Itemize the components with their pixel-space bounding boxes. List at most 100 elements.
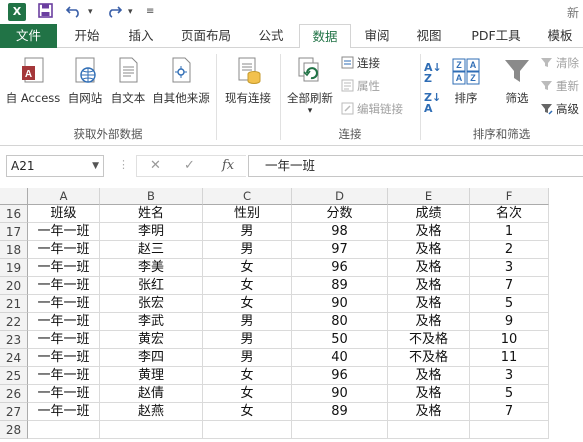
table-cell[interactable]: 李明 [100, 223, 203, 241]
table-cell[interactable]: 40 [292, 349, 388, 367]
formula-input[interactable]: 一年一班 [248, 155, 583, 177]
table-cell[interactable]: 98 [292, 223, 388, 241]
table-cell[interactable]: 90 [292, 385, 388, 403]
table-cell[interactable]: 2 [470, 241, 549, 259]
table-cell[interactable]: 一年一班 [28, 331, 100, 349]
table-cell[interactable]: 男 [203, 331, 292, 349]
table-cell[interactable]: 96 [292, 259, 388, 277]
reapply-button[interactable]: 重新 [540, 77, 579, 95]
tab-page-layout[interactable]: 页面布局 [170, 24, 242, 48]
table-cell[interactable]: 一年一班 [28, 241, 100, 259]
column-header-c[interactable]: C [203, 188, 292, 205]
table-cell[interactable]: 7 [470, 403, 549, 421]
table-cell[interactable] [203, 421, 292, 439]
row-header[interactable]: 25 [0, 367, 28, 385]
table-cell[interactable]: 及格 [388, 313, 470, 331]
sort-desc-button[interactable]: Z↓ A [424, 92, 441, 116]
table-cell[interactable]: 96 [292, 367, 388, 385]
table-cell[interactable]: 女 [203, 385, 292, 403]
row-header[interactable]: 18 [0, 241, 28, 259]
table-cell[interactable]: 9 [470, 313, 549, 331]
table-cell[interactable]: 分数 [292, 205, 388, 223]
from-other-sources-button[interactable]: 自其他来源 [150, 56, 212, 106]
tab-formulas[interactable]: 公式 [247, 24, 295, 48]
table-cell[interactable]: 男 [203, 241, 292, 259]
redo-dropdown-icon[interactable]: ▾ [128, 3, 133, 21]
table-cell[interactable]: 5 [470, 385, 549, 403]
table-cell[interactable]: 赵三 [100, 241, 203, 259]
table-cell[interactable]: 50 [292, 331, 388, 349]
table-cell[interactable]: 性别 [203, 205, 292, 223]
table-cell[interactable]: 一年一班 [28, 349, 100, 367]
tab-view[interactable]: 视图 [405, 24, 453, 48]
table-cell[interactable]: 一年一班 [28, 223, 100, 241]
table-cell[interactable]: 11 [470, 349, 549, 367]
table-cell[interactable]: 张宏 [100, 295, 203, 313]
tab-file[interactable]: 文件 [0, 24, 57, 48]
sort-asc-button[interactable]: A↓ Z [424, 62, 442, 86]
refresh-all-button[interactable]: 全部刷新 ▾ [284, 56, 336, 116]
from-web-button[interactable]: 自网站 [64, 56, 106, 106]
table-cell[interactable]: 不及格 [388, 331, 470, 349]
tab-review[interactable]: 审阅 [354, 24, 400, 48]
tab-data[interactable]: 数据 [299, 24, 351, 49]
table-cell[interactable]: 3 [470, 367, 549, 385]
table-cell[interactable] [28, 421, 100, 439]
column-header-f[interactable]: F [470, 188, 549, 205]
advanced-filter-button[interactable]: 高级 [540, 100, 579, 118]
table-cell[interactable]: 97 [292, 241, 388, 259]
table-cell[interactable]: 赵倩 [100, 385, 203, 403]
row-header[interactable]: 16 [0, 205, 28, 223]
row-header[interactable]: 20 [0, 277, 28, 295]
row-header[interactable]: 23 [0, 331, 28, 349]
table-cell[interactable]: 一年一班 [28, 367, 100, 385]
column-header-a[interactable]: A [28, 188, 100, 205]
insert-function-icon[interactable]: fx [222, 158, 234, 173]
filter-button[interactable]: 筛选 [498, 56, 536, 106]
table-cell[interactable]: 89 [292, 277, 388, 295]
table-cell[interactable] [292, 421, 388, 439]
table-cell[interactable]: 黄理 [100, 367, 203, 385]
table-cell[interactable]: 一年一班 [28, 259, 100, 277]
table-cell[interactable]: 及格 [388, 259, 470, 277]
table-cell[interactable]: 名次 [470, 205, 549, 223]
tab-pdf-tools[interactable]: PDF工具 [458, 24, 534, 48]
table-cell[interactable]: 成绩 [388, 205, 470, 223]
tab-home[interactable]: 开始 [62, 24, 112, 48]
table-cell[interactable]: 李四 [100, 349, 203, 367]
table-cell[interactable]: 及格 [388, 277, 470, 295]
row-header[interactable]: 24 [0, 349, 28, 367]
column-header-b[interactable]: B [100, 188, 203, 205]
table-cell[interactable]: 女 [203, 259, 292, 277]
table-cell[interactable]: 李武 [100, 313, 203, 331]
table-cell[interactable]: 男 [203, 223, 292, 241]
table-cell[interactable]: 3 [470, 259, 549, 277]
row-header[interactable]: 17 [0, 223, 28, 241]
table-cell[interactable]: 女 [203, 367, 292, 385]
table-cell[interactable] [470, 421, 549, 439]
select-all-corner[interactable] [0, 188, 28, 205]
table-cell[interactable]: 1 [470, 223, 549, 241]
name-box[interactable]: A21 ▼ [6, 155, 104, 177]
table-cell[interactable]: 一年一班 [28, 277, 100, 295]
column-header-d[interactable]: D [292, 188, 388, 205]
table-cell[interactable]: 黄宏 [100, 331, 203, 349]
enter-icon[interactable]: ✓ [184, 158, 195, 173]
tab-templates[interactable]: 模板 [538, 24, 582, 48]
table-cell[interactable]: 及格 [388, 367, 470, 385]
column-header-e[interactable]: E [388, 188, 470, 205]
connections-button[interactable]: 连接 [341, 54, 380, 72]
clear-filter-button[interactable]: 清除 [540, 54, 579, 72]
table-cell[interactable]: 姓名 [100, 205, 203, 223]
row-header[interactable]: 21 [0, 295, 28, 313]
row-header[interactable]: 19 [0, 259, 28, 277]
table-cell[interactable]: 女 [203, 277, 292, 295]
sort-button[interactable]: ZAAZ 排序 [446, 56, 486, 106]
table-cell[interactable]: 赵燕 [100, 403, 203, 421]
row-header[interactable]: 26 [0, 385, 28, 403]
cancel-icon[interactable]: ✕ [150, 158, 161, 173]
table-cell[interactable]: 一年一班 [28, 385, 100, 403]
table-cell[interactable]: 男 [203, 349, 292, 367]
table-cell[interactable]: 10 [470, 331, 549, 349]
table-cell[interactable]: 女 [203, 295, 292, 313]
